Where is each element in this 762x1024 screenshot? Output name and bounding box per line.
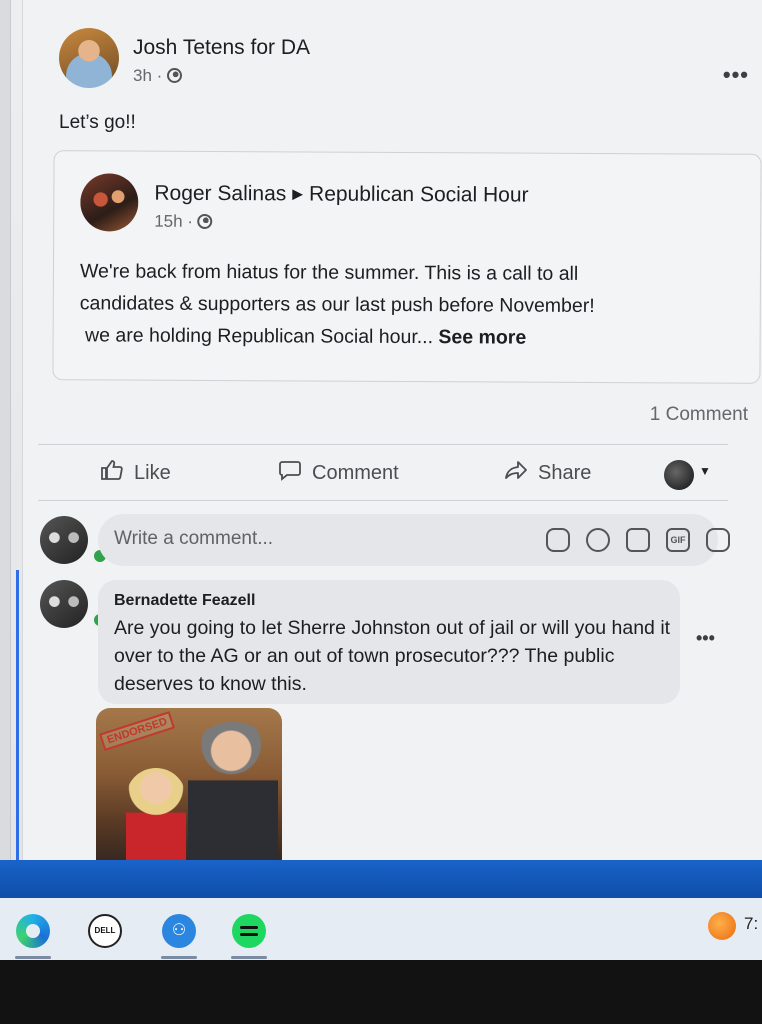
photo-person-woman — [126, 768, 186, 870]
shared-group-name[interactable]: Republican Social Hour — [309, 182, 529, 206]
comment-input-placeholder[interactable]: Write a comment... — [114, 528, 273, 550]
comment-composer[interactable]: Write a comment... GIF — [98, 514, 730, 566]
photo-person-man — [188, 722, 278, 870]
sticker-icon[interactable] — [546, 528, 570, 552]
comment-thread-line — [16, 570, 19, 870]
shared-author-name[interactable]: Roger Salinas — [154, 182, 286, 206]
comment-label: Comment — [312, 462, 399, 484]
post-text: Let’s go!! — [59, 112, 136, 133]
globe-icon — [167, 68, 183, 83]
like-button[interactable]: Like — [100, 458, 171, 488]
shared-body-line-text: we are holding Republican Social hour... — [85, 324, 434, 349]
comment-as-avatar[interactable] — [664, 460, 694, 490]
camera-icon[interactable] — [626, 528, 650, 552]
shared-post-body: We're back from hiatus for the summer. T… — [80, 255, 750, 355]
comment-button[interactable]: Comment — [278, 458, 399, 488]
shared-post-header: Roger Salinas ▶ Republican Social Hour — [154, 182, 528, 208]
share-button[interactable]: Share — [504, 458, 591, 488]
like-label: Like — [134, 462, 171, 484]
share-arrow-icon — [504, 458, 528, 488]
caret-right-icon: ▶ — [292, 185, 304, 202]
shared-post-card[interactable]: Roger Salinas ▶ Republican Social Hour 15h… — [52, 150, 762, 384]
shared-body-line: candidates & supporters as our last push… — [79, 292, 595, 317]
commenter-avatar[interactable] — [40, 580, 88, 628]
divider — [38, 500, 728, 501]
shared-author-avatar[interactable] — [80, 173, 139, 232]
chevron-down-icon[interactable]: ▼ — [699, 464, 711, 478]
post-time-text: 3h · — [133, 66, 163, 85]
comment-count-link[interactable]: 1 Comment — [650, 404, 748, 426]
left-panel-edge — [0, 0, 11, 870]
emoji-icon[interactable] — [586, 528, 610, 552]
divider — [38, 444, 728, 445]
shared-body-line-last: we are holding Republican Social hour...… — [80, 319, 750, 355]
edge-browser-icon[interactable] — [16, 914, 50, 948]
active-app-indicator — [15, 956, 51, 959]
monitor-bezel — [0, 960, 762, 1024]
share-label: Share — [538, 462, 592, 484]
commenter-name[interactable]: Bernadette Feazell — [114, 592, 255, 610]
post-action-bar: Like Comment Share ▼ — [38, 450, 738, 498]
tray-temperature-text[interactable]: 7: — [744, 914, 758, 934]
post-options-button[interactable]: ••• — [723, 62, 749, 88]
screen-bottom-strip — [0, 860, 762, 898]
shared-body-line: We're back from hiatus for the summer. T… — [79, 260, 579, 285]
active-app-indicator — [231, 956, 267, 959]
windows-taskbar: DELL ⚇ 7: — [0, 898, 762, 960]
weather-icon[interactable] — [708, 912, 736, 940]
comment-text: Are you going to let Sherre Johnston out… — [114, 617, 671, 695]
endorsed-stamp: ENDORSED — [99, 710, 176, 752]
speech-bubble-icon — [278, 458, 302, 488]
author-avatar[interactable] — [59, 28, 119, 88]
gif-icon[interactable]: GIF — [666, 528, 690, 552]
globe-icon — [197, 213, 213, 229]
thumbs-up-icon — [100, 458, 124, 488]
post-timestamp[interactable]: 3h · — [133, 66, 183, 86]
shared-time-text: 15h · — [154, 211, 194, 231]
comment-bubble: Bernadette Feazell Are you going to let … — [98, 580, 680, 704]
spotify-icon[interactable] — [232, 914, 266, 948]
dell-icon[interactable]: DELL — [88, 914, 122, 948]
see-more-link[interactable]: See more — [438, 326, 526, 348]
post-author-name[interactable]: Josh Tetens for DA — [133, 36, 310, 60]
people-app-icon[interactable]: ⚇ — [162, 914, 196, 948]
facebook-page: Josh Tetens for DA 3h · ••• Let’s go!! R… — [0, 0, 762, 870]
active-app-indicator — [161, 956, 197, 959]
current-user-avatar[interactable] — [40, 516, 88, 564]
comment-photo[interactable]: ENDORSED — [96, 708, 282, 870]
avatar-sticker-icon[interactable] — [706, 528, 730, 552]
shared-post-timestamp[interactable]: 15h · — [154, 212, 213, 232]
comment-options-button[interactable]: ••• — [696, 628, 715, 649]
